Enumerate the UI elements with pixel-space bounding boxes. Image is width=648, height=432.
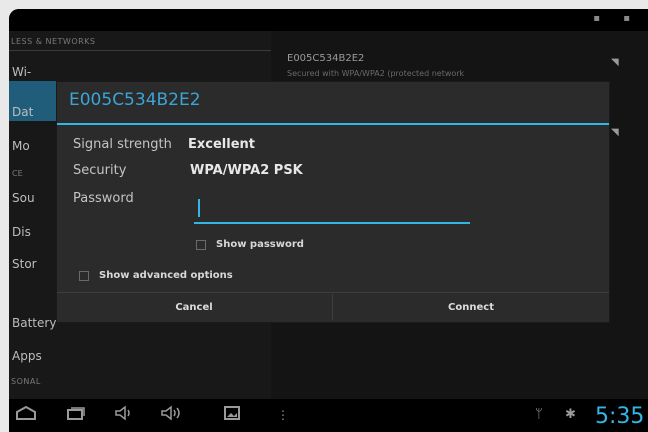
section-header-device: CE	[12, 169, 23, 178]
settings-item-storage[interactable]: Stor	[12, 257, 52, 271]
wifi-signal-icon: ◥	[611, 127, 619, 138]
menu-icon[interactable]: ⋮	[277, 405, 289, 425]
password-label: Password	[73, 191, 134, 206]
password-field[interactable]	[194, 196, 470, 224]
volume-up-icon[interactable]	[159, 405, 183, 426]
security-value: WPA/WPA2 PSK	[190, 163, 303, 178]
android-debug-icon: ✱	[565, 407, 576, 422]
tablet-screen: ▪ ▪ LESS & NETWORKS Wi- Dat Mo CE Sou Di…	[9, 9, 648, 432]
section-header-wireless: LESS & NETWORKS	[11, 37, 96, 46]
volume-down-icon[interactable]	[113, 405, 135, 426]
settings-item-wifi[interactable]: Wi-	[12, 65, 52, 79]
settings-item-sound[interactable]: Sou	[12, 191, 52, 205]
show-advanced-label[interactable]: Show advanced options	[99, 270, 233, 281]
top-status-icons: ▪ ▪	[593, 13, 640, 24]
wifi-signal-icon: ◥	[611, 57, 619, 68]
settings-item-data-usage[interactable]: Dat	[12, 105, 52, 119]
network-name[interactable]: E005C534B2E2	[287, 53, 364, 64]
home-icon[interactable]	[15, 405, 37, 426]
show-password-label[interactable]: Show password	[216, 239, 304, 250]
section-divider	[9, 50, 271, 51]
dialog-title: E005C534B2E2	[69, 90, 201, 110]
usb-icon: ᛘ	[535, 407, 543, 422]
cancel-button[interactable]: Cancel	[57, 293, 331, 322]
security-label: Security	[73, 163, 127, 178]
settings-item-display[interactable]: Dis	[12, 225, 52, 239]
dialog-title-divider	[57, 123, 609, 125]
text-cursor	[198, 199, 200, 217]
section-header-personal: SONAL	[11, 377, 41, 386]
connect-button[interactable]: Connect	[334, 293, 608, 322]
wifi-connect-dialog: E005C534B2E2 Signal strength Excellent S…	[57, 82, 609, 322]
clock[interactable]: 5:35	[595, 404, 644, 429]
system-navigation-bar: ⋮ ᛘ ✱ 5:35	[9, 399, 648, 432]
show-password-checkbox[interactable]	[196, 240, 206, 250]
button-divider	[332, 294, 333, 320]
recent-apps-icon[interactable]	[65, 405, 87, 426]
settings-item-apps[interactable]: Apps	[12, 349, 92, 363]
settings-item-more[interactable]: Mo	[12, 139, 52, 153]
signal-strength-value: Excellent	[188, 137, 255, 152]
show-advanced-checkbox[interactable]	[79, 271, 89, 281]
screenshot-icon[interactable]	[223, 405, 241, 426]
network-security-summary: Secured with WPA/WPA2 (protected network	[287, 69, 465, 78]
top-bar: ▪ ▪	[9, 9, 648, 31]
signal-strength-label: Signal strength	[73, 137, 172, 152]
